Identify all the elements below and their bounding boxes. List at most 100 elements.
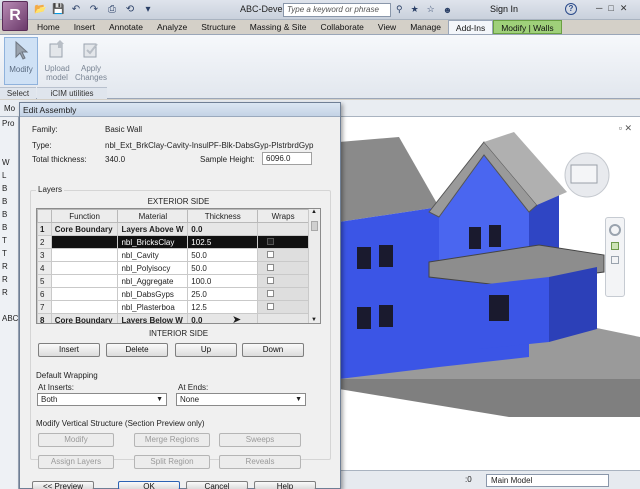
thickness-cell[interactable]: 25.0 — [187, 287, 259, 301]
assign-layers-button[interactable]: Assign Layers — [38, 455, 114, 469]
3d-viewport[interactable]: ▫ ✕ — [339, 117, 640, 470]
table-row[interactable]: 4 nbl_Polyisocy 50.0 — [37, 261, 309, 275]
function-cell[interactable] — [50, 248, 119, 262]
material-cell[interactable]: nbl_Plasterboa — [117, 300, 189, 314]
material-cell[interactable]: Layers Below W — [117, 313, 189, 323]
help-button[interactable]: Help — [254, 481, 316, 489]
thickness-cell[interactable]: 100.0 — [187, 274, 259, 288]
reveals-button[interactable]: Reveals — [219, 455, 301, 469]
subscription-icon[interactable]: ★ — [411, 4, 419, 15]
minimize-icon[interactable]: ─ — [596, 3, 602, 14]
preview-button[interactable]: << Preview — [32, 481, 94, 489]
dropdown-icon[interactable]: ▾ — [142, 4, 154, 15]
tab-view[interactable]: View — [371, 20, 403, 34]
steering-wheel-icon[interactable] — [609, 224, 621, 236]
search-input[interactable]: Type a keyword or phrase — [283, 3, 391, 17]
search-icon[interactable]: ⚲ — [396, 4, 403, 15]
tab-annotate[interactable]: Annotate — [102, 20, 150, 34]
table-row[interactable]: 5 nbl_Aggregate 100.0 — [37, 274, 309, 288]
tab-home[interactable]: Home — [30, 20, 67, 34]
tab-manage[interactable]: Manage — [403, 20, 448, 34]
delete-button[interactable]: Delete — [106, 343, 168, 357]
apply-changes-button[interactable]: Apply Changes — [74, 37, 108, 85]
thickness-cell[interactable]: 0.0 — [187, 313, 259, 323]
table-row[interactable]: 3 nbl_Cavity 50.0 — [37, 248, 309, 262]
redo-icon[interactable]: ↷ — [88, 4, 100, 15]
material-cell[interactable]: Layers Above W — [117, 222, 189, 236]
sample-height-input[interactable]: 6096.0 — [262, 152, 312, 165]
save-icon[interactable]: 💾 — [52, 4, 64, 15]
wraps-cell[interactable] — [257, 248, 309, 262]
measure-icon[interactable]: ⟲ — [124, 4, 136, 15]
split-region-button[interactable]: Split Region — [134, 455, 210, 469]
function-cell[interactable] — [50, 287, 119, 301]
insert-button[interactable]: Insert — [38, 343, 100, 357]
material-cell[interactable]: nbl_BricksClay — [117, 235, 189, 249]
table-row[interactable]: 8 Core Boundary Layers Below W 0.0 — [37, 313, 309, 323]
tab-add-ins[interactable]: Add-Ins — [447, 20, 494, 34]
wraps-checkbox[interactable] — [267, 250, 275, 258]
tab-modify-walls[interactable]: Modify | Walls — [493, 20, 562, 34]
thickness-header[interactable]: Thickness — [187, 209, 259, 223]
sweeps-button[interactable]: Sweeps — [219, 433, 301, 447]
function-cell[interactable] — [50, 235, 119, 249]
wraps-checkbox[interactable] — [267, 276, 275, 284]
app-logo[interactable]: R — [2, 1, 28, 31]
pan-icon[interactable] — [611, 256, 619, 264]
close-icon[interactable]: ✕ — [620, 3, 628, 14]
zoom-icon[interactable] — [611, 242, 619, 250]
material-cell[interactable]: nbl_Cavity — [117, 248, 189, 262]
wraps-cell[interactable] — [257, 287, 309, 301]
thickness-cell[interactable]: 12.5 — [187, 300, 259, 314]
upload-model-button[interactable]: Upload model — [40, 37, 74, 85]
tab-massing-site[interactable]: Massing & Site — [243, 20, 314, 34]
thickness-cell[interactable]: 0.0 — [187, 222, 259, 236]
function-cell[interactable] — [50, 300, 119, 314]
function-cell[interactable] — [50, 274, 119, 288]
tab-structure[interactable]: Structure — [194, 20, 243, 34]
down-button[interactable]: Down — [242, 343, 304, 357]
layers-table[interactable]: Function Material Thickness Wraps 1 Core… — [36, 208, 321, 324]
wraps-cell[interactable] — [257, 261, 309, 275]
function-cell[interactable] — [50, 261, 119, 275]
at-ends-select[interactable]: None ▼ — [176, 393, 306, 406]
function-cell[interactable]: Core Boundary — [50, 222, 119, 236]
material-cell[interactable]: nbl_Aggregate — [117, 274, 189, 288]
material-header[interactable]: Material — [117, 209, 189, 223]
wraps-cell[interactable] — [257, 300, 309, 314]
table-row[interactable]: 6 nbl_DabsGyps 25.0 — [37, 287, 309, 301]
ok-button[interactable]: OK — [118, 481, 180, 489]
table-row[interactable]: 2 nbl_BricksClay 102.5 — [37, 235, 309, 249]
material-cell[interactable]: nbl_Polyisocy — [117, 261, 189, 275]
wraps-cell[interactable] — [257, 235, 309, 249]
maximize-icon[interactable]: □ — [608, 3, 613, 14]
modify-structure-button[interactable]: Modify — [38, 433, 114, 447]
scroll-down-icon[interactable]: ▼ — [311, 317, 317, 323]
table-row[interactable]: 7 nbl_Plasterboa 12.5 — [37, 300, 309, 314]
wraps-cell[interactable] — [257, 274, 309, 288]
undo-icon[interactable]: ↶ — [70, 4, 82, 15]
scroll-up-icon[interactable]: ▲ — [311, 209, 317, 215]
scroll-thumb[interactable] — [311, 221, 318, 231]
help-icon[interactable]: ? — [565, 3, 577, 15]
favorites-icon[interactable]: ☆ — [427, 4, 435, 15]
thickness-cell[interactable]: 50.0 — [187, 248, 259, 262]
modify-button[interactable]: Modify — [4, 37, 38, 85]
wraps-header[interactable]: Wraps — [257, 209, 309, 223]
wraps-checkbox[interactable] — [267, 289, 275, 297]
thickness-cell[interactable]: 102.5 — [187, 235, 259, 249]
open-icon[interactable]: 📂 — [34, 4, 46, 15]
function-header[interactable]: Function — [50, 209, 119, 223]
up-button[interactable]: Up — [175, 343, 237, 357]
wraps-checkbox[interactable] — [267, 237, 275, 245]
print-icon[interactable]: ⎙ — [106, 4, 118, 15]
wraps-checkbox[interactable] — [267, 263, 275, 271]
user-icon[interactable]: ☻ — [443, 5, 452, 15]
table-row[interactable]: 1 Core Boundary Layers Above W 0.0 — [37, 222, 309, 236]
at-inserts-select[interactable]: Both ▼ — [37, 393, 167, 406]
cancel-button[interactable]: Cancel — [186, 481, 248, 489]
sign-in-link[interactable]: Sign In — [490, 4, 518, 14]
function-cell[interactable]: Core Boundary — [50, 313, 119, 323]
main-model-select[interactable]: Main Model — [486, 474, 609, 487]
tab-insert[interactable]: Insert — [67, 20, 102, 34]
